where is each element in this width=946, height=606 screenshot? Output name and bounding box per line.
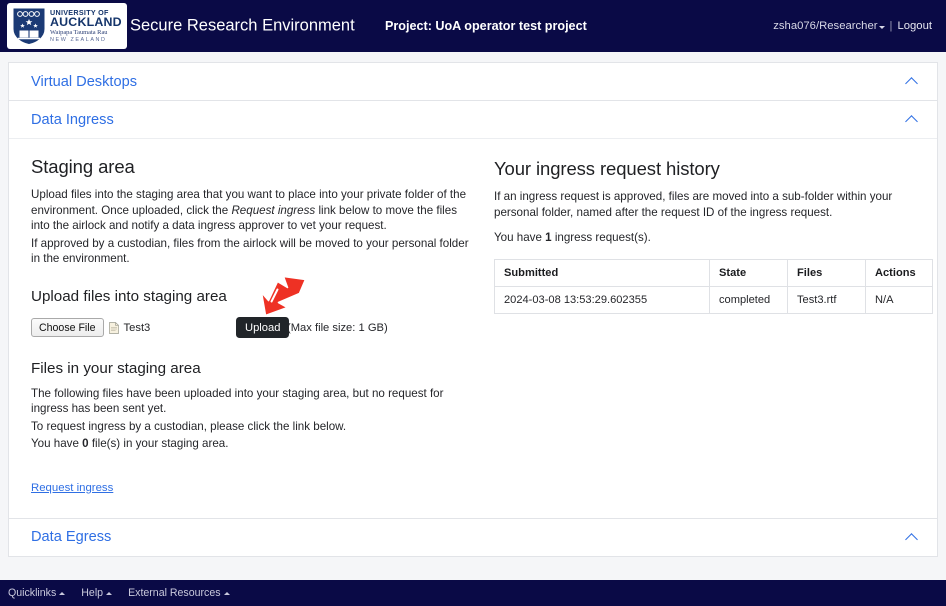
table-row: 2024-03-08 13:53:29.602355 completed Tes… [494, 285, 933, 314]
cell-state: completed [709, 285, 788, 314]
logo-line-4: NEW ZEALAND [50, 37, 107, 44]
university-logo[interactable]: UNIVERSITY OF AUCKLAND Waipapa Taumata R… [7, 3, 127, 49]
ingress-history-column: Your ingress request history If an ingre… [494, 147, 933, 496]
footer-bar: Quicklinks Help External Resources [0, 580, 946, 606]
files-description-1: The following files have been uploaded i… [31, 386, 444, 416]
footer-item-help[interactable]: Help [81, 587, 113, 599]
panel-body-data-ingress: Staging area Upload files into the stagi… [9, 138, 937, 518]
logo-line-2: AUCKLAND [50, 15, 122, 30]
column-header-files: Files [787, 258, 866, 287]
selected-file-name: Test3 [123, 321, 151, 334]
user-menu-area: zsha076/Researcher | Logout [773, 20, 932, 32]
panel-data-egress: Data Egress [8, 517, 938, 557]
panel-virtual-desktops: Virtual Desktops [8, 62, 938, 100]
footer-item-quicklinks[interactable]: Quicklinks [8, 587, 66, 599]
file-document-icon [108, 321, 119, 334]
staging-description-2: If approved by a custodian, files from t… [31, 236, 469, 266]
upload-controls-row: Choose File Test3 Upload (Max file size:… [31, 275, 476, 339]
chevron-up-icon[interactable] [906, 531, 919, 544]
files-in-staging-heading: Files in your staging area [31, 359, 201, 377]
chevron-down-icon [878, 26, 885, 29]
staging-area-column: Staging area Upload files into the stagi… [31, 147, 476, 496]
cell-files: Test3.rtf [787, 285, 866, 314]
request-ingress-emphasis: Request ingress [231, 203, 316, 217]
project-title: Project: UoA operator test project [385, 19, 587, 33]
upload-files-heading: Upload files into staging area [31, 287, 227, 305]
user-menu-button[interactable]: zsha076/Researcher [773, 20, 885, 32]
footer-label-external-resources: External Resources [128, 587, 221, 599]
logout-link[interactable]: Logout [897, 20, 932, 32]
cell-submitted: 2024-03-08 13:53:29.602355 [494, 285, 710, 314]
files-count-pre: You have [31, 437, 83, 451]
history-count-pre: You have [494, 231, 546, 245]
chevron-up-icon[interactable] [906, 75, 919, 88]
footer-label-quicklinks: Quicklinks [8, 587, 57, 599]
files-count-post: file(s) in your staging area. [88, 437, 229, 451]
panel-header-data-egress[interactable]: Data Egress [9, 519, 937, 556]
panel-data-ingress: Data Ingress Staging area Upload files i… [8, 100, 938, 518]
max-file-size-note: (Max file size: 1 GB) [287, 321, 388, 334]
panel-header-data-ingress[interactable]: Data Ingress [9, 101, 937, 138]
panel-title-virtual-desktops: Virtual Desktops [31, 73, 137, 90]
column-header-actions: Actions [865, 258, 933, 287]
username-label: zsha076/Researcher [773, 20, 878, 32]
chevron-up-icon [223, 591, 230, 595]
app-title: Secure Research Environment [130, 16, 355, 35]
panel-header-virtual-desktops[interactable]: Virtual Desktops [9, 63, 937, 100]
history-count-line: You have 1 ingress request(s). [494, 230, 933, 246]
upload-button[interactable]: Upload [236, 317, 290, 339]
header-separator: | [889, 20, 893, 32]
logo-wordmark: UNIVERSITY OF AUCKLAND Waipapa Taumata R… [50, 8, 122, 44]
column-header-state: State [709, 258, 788, 287]
footer-item-external-resources[interactable]: External Resources [128, 587, 230, 599]
chevron-up-icon [106, 591, 113, 595]
request-ingress-link[interactable]: Request ingress [31, 482, 113, 494]
file-chooser[interactable]: Choose File Test3 [31, 318, 151, 338]
page-content: Virtual Desktops Data Ingress Staging ar… [0, 52, 946, 580]
chevron-up-icon[interactable] [906, 113, 919, 126]
logo-line-3: Waipapa Taumata Rau [50, 29, 108, 37]
files-description-2: To request ingress by a custodian, pleas… [31, 419, 347, 433]
staging-description-1: Upload files into the staging area that … [31, 187, 476, 234]
chevron-up-icon [59, 591, 66, 595]
panel-title-data-ingress: Data Ingress [31, 111, 114, 128]
files-count-line: You have 0 file(s) in your staging area. [31, 436, 476, 452]
ingress-history-table: Submitted State Files Actions 2024-03-08… [494, 258, 933, 314]
staging-area-heading: Staging area [31, 156, 135, 177]
choose-file-button[interactable]: Choose File [31, 318, 104, 338]
column-header-submitted: Submitted [494, 258, 710, 287]
table-header-row: Submitted State Files Actions [494, 258, 933, 287]
panel-title-data-egress: Data Egress [31, 529, 112, 546]
cell-actions: N/A [865, 285, 933, 314]
footer-label-help: Help [81, 587, 104, 599]
history-count-post: ingress request(s). [551, 231, 651, 245]
top-header-bar: UNIVERSITY OF AUCKLAND Waipapa Taumata R… [0, 0, 946, 52]
history-heading: Your ingress request history [494, 158, 720, 179]
history-description: If an ingress request is approved, files… [494, 190, 893, 219]
university-crest-icon [13, 8, 45, 45]
